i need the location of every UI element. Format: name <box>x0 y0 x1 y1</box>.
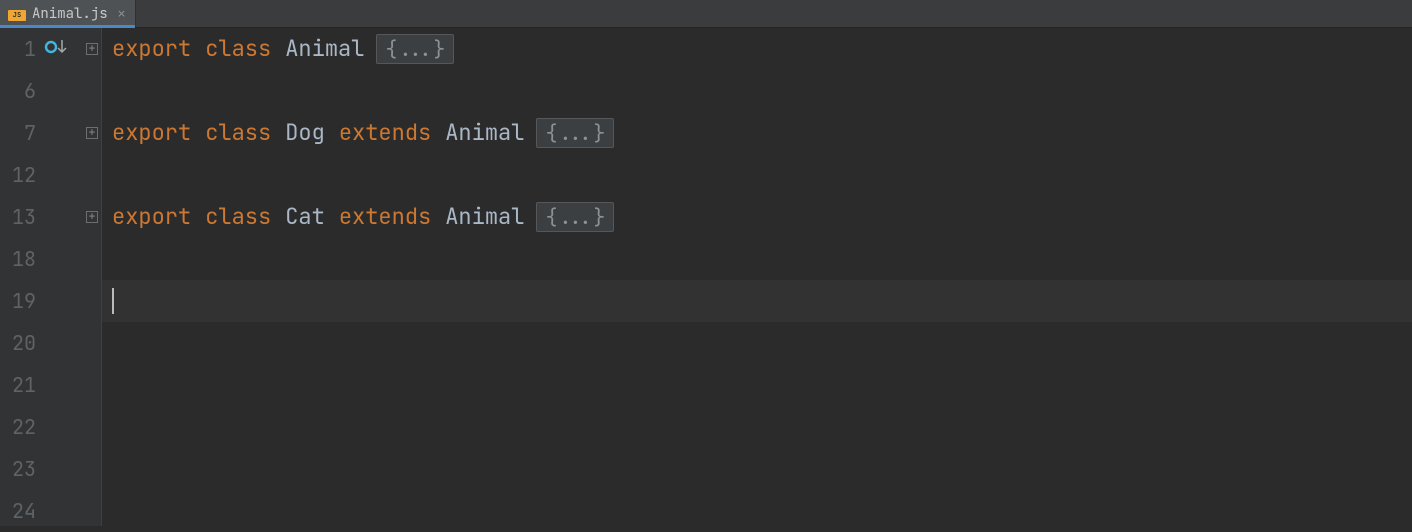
js-file-icon-badge: JS <box>8 10 26 21</box>
keyword: export <box>112 112 191 154</box>
code-line[interactable] <box>112 448 1412 490</box>
code-line[interactable]: export class Animal {...} <box>112 28 1412 70</box>
code-line[interactable] <box>112 70 1412 112</box>
gutter-row: 23 <box>0 448 101 490</box>
line-number: 20 <box>0 322 36 364</box>
class-name: Cat <box>285 196 325 238</box>
line-number: 13 <box>0 196 36 238</box>
code-line[interactable] <box>112 238 1412 280</box>
keyword: class <box>205 196 271 238</box>
class-name: Animal <box>445 112 524 154</box>
gutter-row: 13 + <box>0 196 101 238</box>
folded-block-placeholder[interactable]: {...} <box>536 202 614 232</box>
code-line[interactable]: export class Cat extends Animal {...} <box>112 196 1412 238</box>
keyword: export <box>112 196 191 238</box>
class-name: Animal <box>445 196 524 238</box>
code-area[interactable]: export class Animal {...} export class D… <box>102 28 1412 526</box>
fold-toggle-icon[interactable]: + <box>86 43 98 55</box>
keyword: extends <box>339 196 431 238</box>
line-number: 12 <box>0 154 36 196</box>
line-number: 21 <box>0 364 36 406</box>
class-name: Dog <box>285 112 325 154</box>
gutter-row: 12 <box>0 154 101 196</box>
line-number: 19 <box>0 280 36 322</box>
fold-toggle-icon[interactable]: + <box>86 211 98 223</box>
fold-toggle-icon[interactable]: + <box>86 127 98 139</box>
line-number: 6 <box>0 70 36 112</box>
class-name: Animal <box>285 28 364 70</box>
code-editor[interactable]: 1 + 6 7 + 12 13 + 18 19 <box>0 28 1412 526</box>
line-number: 1 <box>0 28 36 70</box>
gutter-row: 19 <box>0 280 101 322</box>
editor-tabs: JS Animal.js ✕ <box>0 0 1412 28</box>
gutter-row: 1 + <box>0 28 101 70</box>
line-number: 18 <box>0 238 36 280</box>
line-number: 23 <box>0 448 36 490</box>
code-line[interactable] <box>112 322 1412 364</box>
keyword: class <box>205 112 271 154</box>
gutter-row: 22 <box>0 406 101 448</box>
keyword: extends <box>339 112 431 154</box>
gutter-row: 6 <box>0 70 101 112</box>
code-line[interactable] <box>112 154 1412 196</box>
tab-animal-js[interactable]: JS Animal.js ✕ <box>0 0 136 27</box>
text-caret <box>112 288 114 314</box>
line-number: 7 <box>0 112 36 154</box>
code-line[interactable] <box>112 364 1412 406</box>
gutter-row: 7 + <box>0 112 101 154</box>
js-file-icon: JS <box>8 7 26 21</box>
gutter-row: 20 <box>0 322 101 364</box>
gutter-row: 21 <box>0 364 101 406</box>
code-line-current[interactable] <box>112 280 1412 322</box>
keyword: export <box>112 28 191 70</box>
tab-label: Animal.js <box>32 5 108 23</box>
implements-marker-icon[interactable] <box>44 28 68 70</box>
folded-block-placeholder[interactable]: {...} <box>536 118 614 148</box>
code-line[interactable]: export class Dog extends Animal {...} <box>112 112 1412 154</box>
code-line[interactable] <box>112 406 1412 448</box>
gutter-row: 18 <box>0 238 101 280</box>
line-number: 22 <box>0 406 36 448</box>
folded-block-placeholder[interactable]: {...} <box>376 34 454 64</box>
editor-gutter: 1 + 6 7 + 12 13 + 18 19 <box>0 28 102 526</box>
keyword: class <box>205 28 271 70</box>
close-icon[interactable]: ✕ <box>114 5 126 22</box>
